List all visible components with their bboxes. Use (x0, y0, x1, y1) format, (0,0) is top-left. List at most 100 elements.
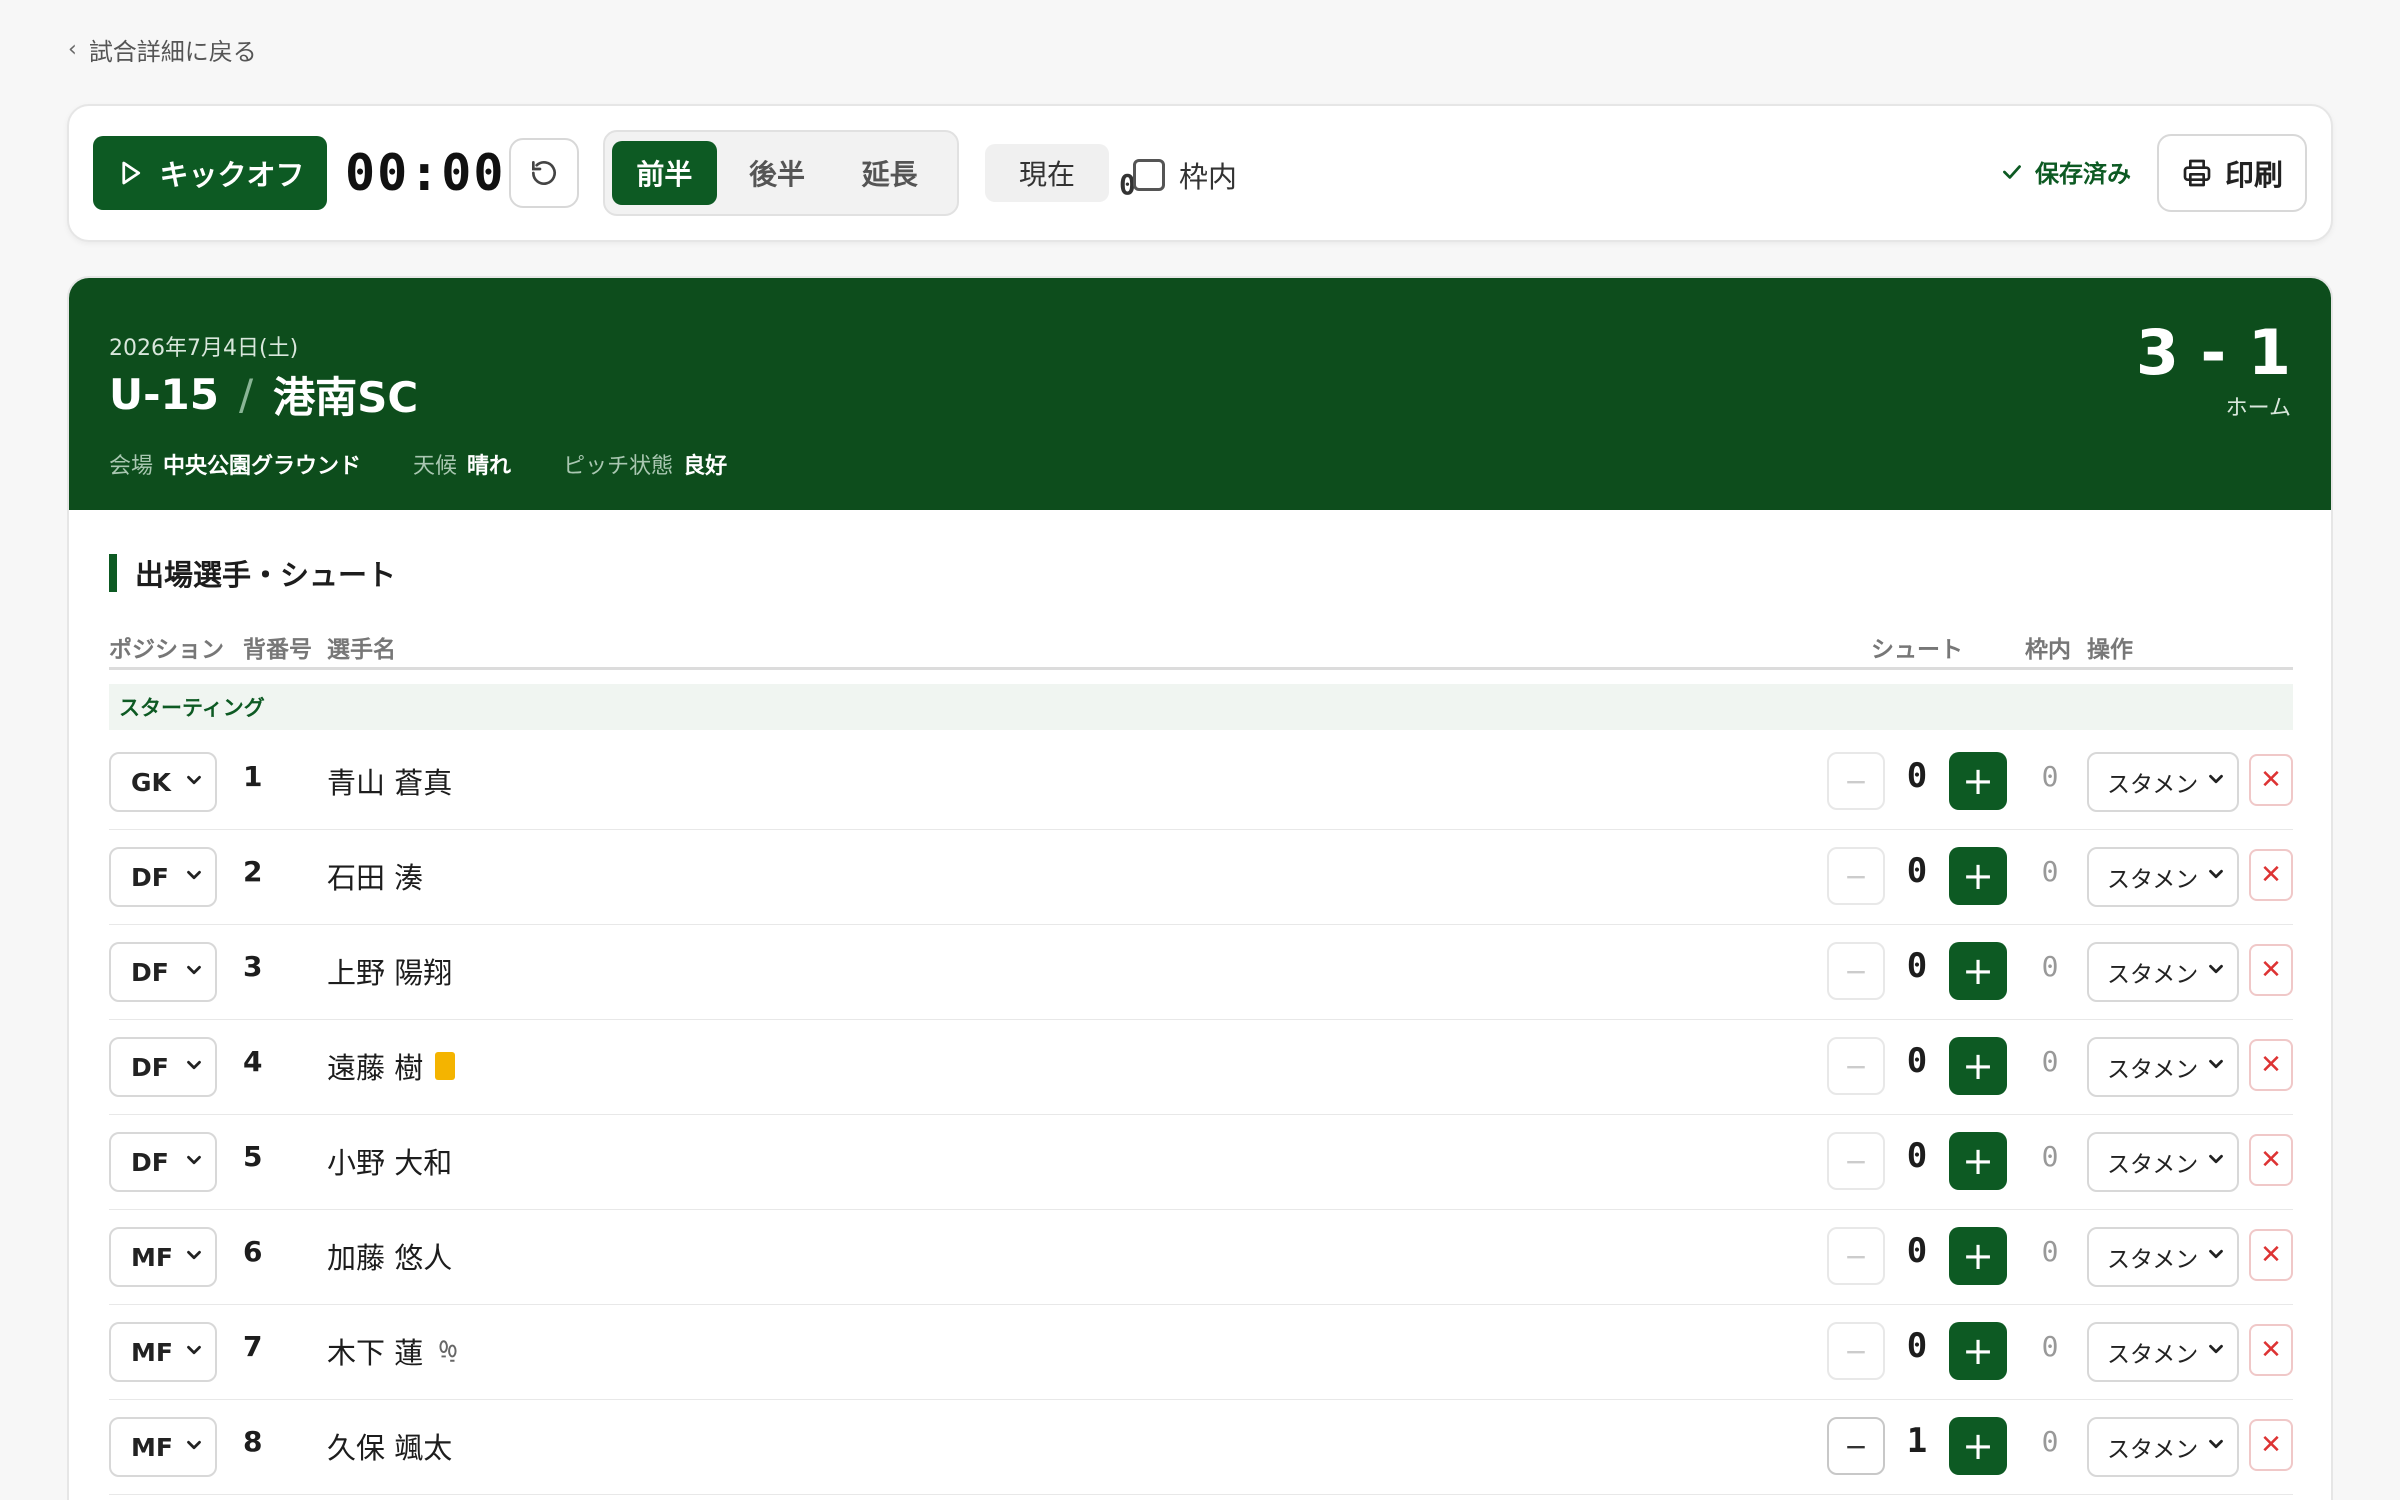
position-select[interactable]: GK (109, 752, 217, 812)
player-status-value: スタメン (2107, 962, 2199, 988)
player-name-text: 久保 颯太 (327, 1431, 453, 1465)
back-link[interactable]: ‹ 試合詳細に戻る (68, 32, 257, 67)
remove-player-button[interactable]: ✕ (2249, 849, 2293, 901)
player-status-select[interactable]: スタメン (2087, 1037, 2239, 1097)
period-tab-first-half[interactable]: 前半 (612, 141, 717, 205)
remove-player-button[interactable]: ✕ (2249, 754, 2293, 806)
shot-decrement-button[interactable]: − (1827, 1037, 1885, 1095)
shot-count: 0 (1906, 756, 1928, 796)
remove-player-button[interactable]: ✕ (2249, 1419, 2293, 1471)
shot-decrement-button[interactable]: − (1827, 1417, 1885, 1475)
position-select[interactable]: DF (109, 942, 217, 1002)
player-status-select[interactable]: スタメン (2087, 1132, 2239, 1192)
chevron-down-icon (2205, 1243, 2227, 1265)
position-value: MF (131, 1432, 173, 1462)
close-icon: ✕ (2260, 765, 2282, 795)
shot-increment-button[interactable]: + (1949, 1132, 2007, 1190)
position-value: DF (131, 1052, 169, 1082)
player-status-select[interactable]: スタメン (2087, 752, 2239, 812)
close-icon: ✕ (2260, 1050, 2282, 1080)
shot-increment-button[interactable]: + (1949, 1037, 2007, 1095)
shot-decrement-button[interactable]: − (1827, 1132, 1885, 1190)
remove-player-button[interactable]: ✕ (2249, 1324, 2293, 1376)
player-status-select[interactable]: スタメン (2087, 1227, 2239, 1287)
remove-player-button[interactable]: ✕ (2249, 1134, 2293, 1186)
match-meta: 会場 中央公園グラウンド 天候 晴れ ピッチ状態 良好 (109, 448, 727, 480)
player-name-text: 木下 蓮 (327, 1336, 424, 1370)
shot-decrement-button[interactable]: − (1827, 1322, 1885, 1380)
shot-count: 0 (1906, 1326, 1928, 1366)
chevron-down-icon (183, 1148, 205, 1170)
player-row: DF 2 石田 湊 −0 +0 スタメン ✕ (109, 831, 2293, 925)
match-score: 3 - 1 (2135, 316, 2291, 389)
kickoff-button[interactable]: キックオフ (93, 136, 327, 210)
chevron-down-icon (183, 863, 205, 885)
remove-player-button[interactable]: ✕ (2249, 944, 2293, 996)
column-number: 背番号 (243, 637, 312, 663)
column-position: ポジション (109, 637, 224, 663)
player-name: 青山 蒼真 (327, 760, 452, 802)
shot-count: 0 (1906, 946, 1928, 986)
player-status-value: スタメン (2107, 772, 2199, 798)
player-status-value: スタメン (2107, 1152, 2199, 1178)
shot-increment-button[interactable]: + (1949, 1227, 2007, 1285)
player-name-text: 加藤 悠人 (327, 1241, 453, 1275)
shot-count: 0 (1906, 1136, 1928, 1176)
print-button[interactable]: 印刷 (2157, 134, 2307, 212)
player-name-text: 青山 蒼真 (327, 766, 453, 800)
position-select[interactable]: MF (109, 1417, 217, 1477)
on-target-count: 0 (2041, 1425, 2059, 1458)
position-value: MF (131, 1337, 173, 1367)
chevron-down-icon (2205, 1053, 2227, 1075)
shot-decrement-button[interactable]: − (1827, 752, 1885, 810)
player-name: 久保 颯太 (327, 1425, 452, 1467)
shot-decrement-button[interactable]: − (1827, 1227, 1885, 1285)
position-value: DF (131, 1147, 169, 1177)
on-target-checkbox[interactable] (1133, 159, 1165, 191)
player-status-select[interactable]: スタメン (2087, 1417, 2239, 1477)
chevron-down-icon (2205, 1433, 2227, 1455)
on-target-toggle[interactable]: 枠内 (1133, 154, 1237, 196)
shot-increment-button[interactable]: + (1949, 942, 2007, 1000)
position-select[interactable]: MF (109, 1322, 217, 1382)
pitch-info: ピッチ状態 良好 (563, 448, 727, 480)
player-status-value: スタメン (2107, 867, 2199, 893)
position-value: GK (131, 767, 171, 797)
on-target-count: 0 (2041, 1140, 2059, 1173)
position-select[interactable]: DF (109, 847, 217, 907)
position-select[interactable]: DF (109, 1037, 217, 1097)
period-tab-second-half[interactable]: 後半 (725, 141, 830, 205)
reset-icon (532, 161, 556, 185)
player-row: MF 8 久保 颯太 −1 +0 スタメン ✕ (109, 1401, 2293, 1495)
chevron-down-icon (183, 768, 205, 790)
player-number: 1 (243, 760, 263, 793)
player-status-select[interactable]: スタメン (2087, 847, 2239, 907)
match-opponent: 港南SC (273, 373, 419, 422)
shot-decrement-button[interactable]: − (1827, 942, 1885, 1000)
period-tab-extra-time[interactable]: 延長 (837, 141, 942, 205)
position-value: MF (131, 1242, 173, 1272)
pitch-label: ピッチ状態 (563, 454, 674, 479)
group-starting: スターティング (109, 684, 2293, 730)
section-title: 出場選手・シュート (109, 554, 396, 592)
shot-increment-button[interactable]: + (1949, 847, 2007, 905)
close-icon: ✕ (2260, 1240, 2282, 1270)
position-select[interactable]: MF (109, 1227, 217, 1287)
shot-increment-button[interactable]: + (1949, 1322, 2007, 1380)
player-number: 4 (243, 1045, 263, 1078)
position-select[interactable]: DF (109, 1132, 217, 1192)
remove-player-button[interactable]: ✕ (2249, 1229, 2293, 1281)
player-status-value: スタメン (2107, 1247, 2199, 1273)
player-status-select[interactable]: スタメン (2087, 942, 2239, 1002)
period-selector: 前半 後半 延長 (603, 130, 959, 216)
shot-decrement-button[interactable]: − (1827, 847, 1885, 905)
shot-increment-button[interactable]: + (1949, 752, 2007, 810)
remove-player-button[interactable]: ✕ (2249, 1039, 2293, 1091)
shot-increment-button[interactable]: + (1949, 1417, 2007, 1475)
player-row: GK 1 青山 蒼真 −0 +0 スタメン ✕ (109, 736, 2293, 830)
reset-timer-button[interactable] (509, 138, 579, 208)
player-status-select[interactable]: スタメン (2087, 1322, 2239, 1382)
chevron-left-icon: ‹ (68, 37, 77, 62)
player-number: 8 (243, 1425, 263, 1458)
venue-label: 会場 (109, 454, 154, 479)
